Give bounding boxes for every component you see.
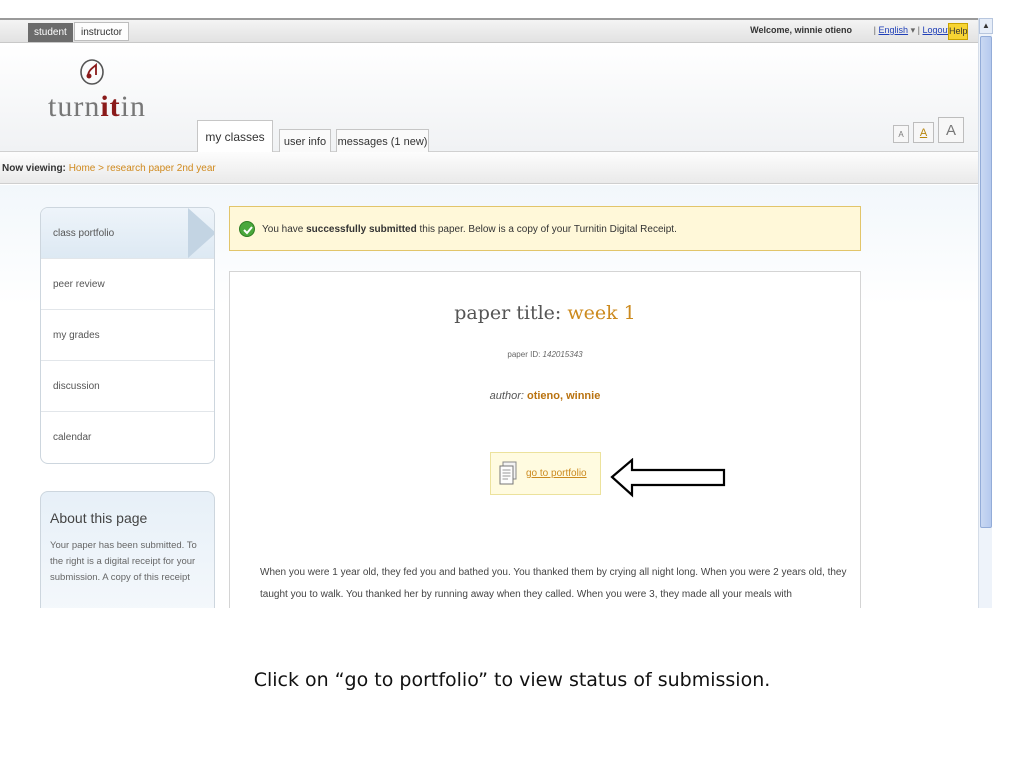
screenshot: student instructor Welcome, winnie otien… — [0, 0, 1024, 608]
text-size-small-button[interactable]: A — [893, 125, 909, 143]
sidebar-item-label: calendar — [53, 432, 92, 443]
scroll-up-icon[interactable]: ▲ — [979, 18, 993, 34]
about-text: Your paper has been submitted. To the ri… — [50, 540, 197, 583]
text-size-medium-button[interactable]: A — [913, 122, 934, 143]
sidebar-item-class-portfolio[interactable]: class portfolio — [41, 208, 214, 259]
logout-link[interactable]: Logout — [922, 25, 950, 35]
top-links: | English ▾ | Logout — [873, 25, 950, 35]
paper-title: paper title: week 1 — [454, 302, 636, 324]
check-icon — [239, 221, 255, 237]
paper-body-text: When you were 1 year old, they fed you a… — [260, 567, 847, 600]
paper-author: author: otieno, winnie — [489, 390, 601, 402]
language-dropdown-icon[interactable]: ▾ — [911, 25, 916, 35]
turnitin-logo[interactable]: turnitin — [48, 90, 146, 124]
welcome-text: Welcome, winnie otieno — [750, 25, 852, 35]
paper-id: paper ID: 142015343 — [507, 350, 583, 359]
document-icon — [499, 461, 517, 485]
sidebar-item-label: class portfolio — [53, 228, 115, 239]
go-to-portfolio-box[interactable]: go to portfolio — [490, 452, 601, 495]
role-tab-instructor[interactable]: instructor — [74, 22, 130, 41]
turnitin-logo-icon — [80, 59, 104, 85]
tab-messages[interactable]: messages (1 new) — [336, 129, 429, 153]
tab-user-info[interactable]: user info — [279, 129, 331, 153]
text-size-large-button[interactable]: A — [938, 117, 964, 143]
left-arrow-annotation-icon — [610, 458, 726, 498]
about-panel: About this page Your paper has been subm… — [40, 491, 215, 608]
sidebar-item-label: my grades — [53, 330, 100, 341]
sidebar-item-label: peer review — [53, 279, 105, 290]
sidebar-item-label: discussion — [53, 381, 100, 392]
header: turnitin my classes user info messages (… — [0, 44, 978, 153]
sidebar-item-discussion[interactable]: discussion — [41, 361, 214, 412]
selected-arrow-icon — [188, 208, 214, 258]
breadcrumb-path[interactable]: Home > research paper 2nd year — [69, 163, 216, 174]
tab-my-classes[interactable]: my classes — [197, 120, 273, 153]
breadcrumb: Now viewing: Home > research paper 2nd y… — [0, 152, 978, 184]
sidebar: class portfolio peer review my grades di… — [40, 207, 215, 464]
role-tab-student[interactable]: student — [28, 23, 73, 42]
sidebar-item-my-grades[interactable]: my grades — [41, 310, 214, 361]
scroll-thumb[interactable] — [980, 36, 992, 528]
paper-title-value: week 1 — [567, 302, 636, 324]
author-name: otieno, winnie — [526, 390, 601, 402]
sidebar-item-calendar[interactable]: calendar — [41, 412, 214, 463]
top-bar: student instructor Welcome, winnie otien… — [0, 18, 978, 43]
vertical-scrollbar[interactable]: ▲ — [978, 18, 993, 608]
help-button[interactable]: Help — [948, 23, 968, 40]
breadcrumb-label: Now viewing: — [2, 163, 66, 174]
paper-id-value: 142015343 — [542, 350, 583, 359]
language-link[interactable]: English — [879, 25, 909, 35]
digital-receipt: paper title: week 1 paper ID: 142015343 … — [229, 271, 861, 608]
success-emphasis: successfully submitted — [306, 224, 417, 235]
success-message: You have successfully submitted this pap… — [229, 206, 861, 251]
sidebar-item-peer-review[interactable]: peer review — [41, 259, 214, 310]
instruction-caption: Click on “go to portfolio” to view statu… — [253, 669, 771, 691]
about-title: About this page — [50, 510, 148, 526]
go-to-portfolio-link[interactable]: go to portfolio — [526, 468, 587, 479]
